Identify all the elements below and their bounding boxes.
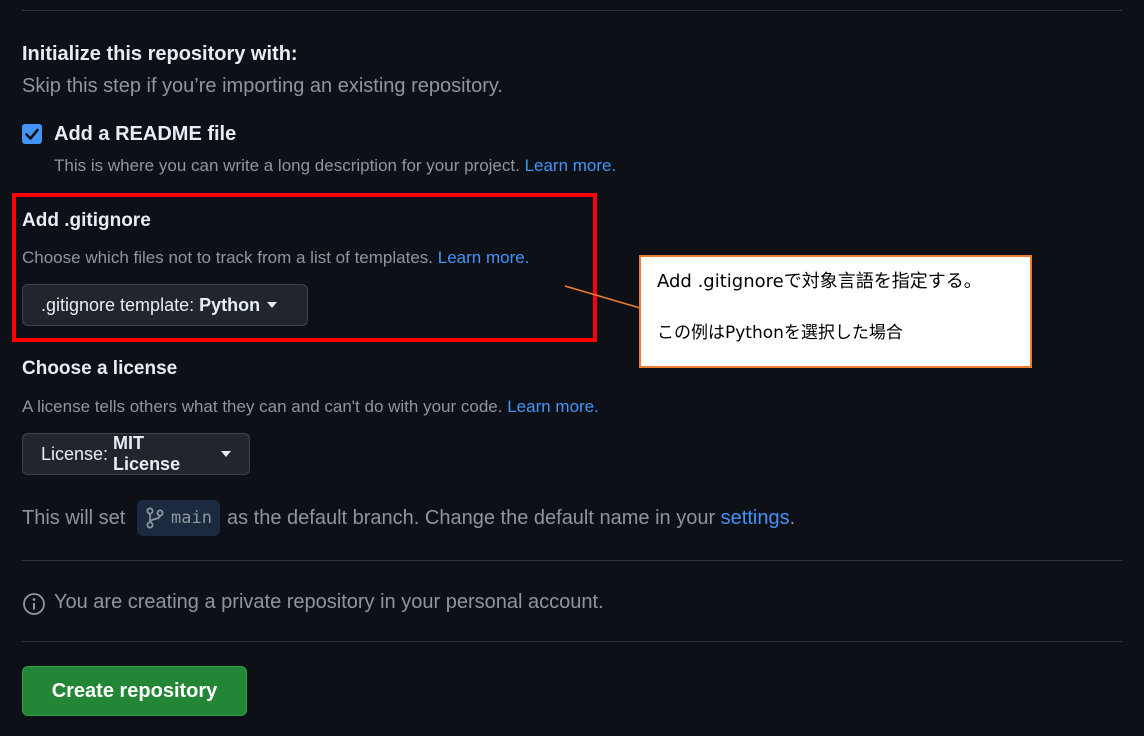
caret-down-icon bbox=[221, 451, 231, 457]
callout-line-1: Add .gitignoreで対象言語を指定する。 bbox=[657, 271, 982, 292]
init-title: Initialize this repository with: bbox=[22, 43, 298, 65]
create-repository-button[interactable]: Create repository bbox=[22, 666, 247, 716]
branch-chip: main bbox=[137, 500, 220, 536]
settings-link[interactable]: settings bbox=[721, 507, 790, 529]
git-branch-icon bbox=[146, 507, 164, 529]
callout-connector bbox=[564, 285, 641, 309]
branch-sentence: as the default branch. Change the defaul… bbox=[227, 507, 795, 530]
readme-label[interactable]: Add a README file bbox=[54, 123, 236, 146]
license-title: Choose a license bbox=[22, 358, 178, 379]
license-select-value: MIT License bbox=[113, 433, 181, 474]
init-subtitle: Skip this step if you’re importing an ex… bbox=[22, 75, 503, 97]
license-description-line: A license tells others what they can and… bbox=[22, 397, 599, 417]
license-select-prefix: License: bbox=[41, 443, 109, 464]
readme-description: This is where you can write a long descr… bbox=[54, 156, 520, 175]
annotation-callout: Add .gitignoreで対象言語を指定する。 この例はPythonを選択し… bbox=[639, 255, 1032, 368]
branch-suffix: . bbox=[789, 507, 796, 529]
readme-checkbox[interactable] bbox=[22, 124, 42, 144]
top-divider bbox=[22, 10, 1122, 11]
callout-line-2: この例はPythonを選択した場合 bbox=[657, 323, 903, 343]
branch-prefix: This will set bbox=[22, 507, 126, 529]
info-text: You are creating a private repository in… bbox=[54, 591, 604, 613]
branch-name: main bbox=[171, 508, 212, 528]
highlight-box bbox=[12, 193, 597, 342]
middle-divider bbox=[22, 560, 1122, 561]
license-learn-more-link[interactable]: Learn more. bbox=[507, 397, 599, 416]
readme-description-line: This is where you can write a long descr… bbox=[54, 156, 616, 176]
bottom-divider bbox=[22, 641, 1122, 642]
branch-middle-text: as the default branch. Change the defaul… bbox=[227, 507, 716, 529]
license-description: A license tells others what they can and… bbox=[22, 397, 503, 416]
check-icon bbox=[25, 128, 39, 140]
readme-learn-more-link[interactable]: Learn more. bbox=[525, 156, 617, 175]
license-select[interactable]: License: MIT License bbox=[22, 433, 250, 475]
info-icon bbox=[23, 593, 45, 615]
